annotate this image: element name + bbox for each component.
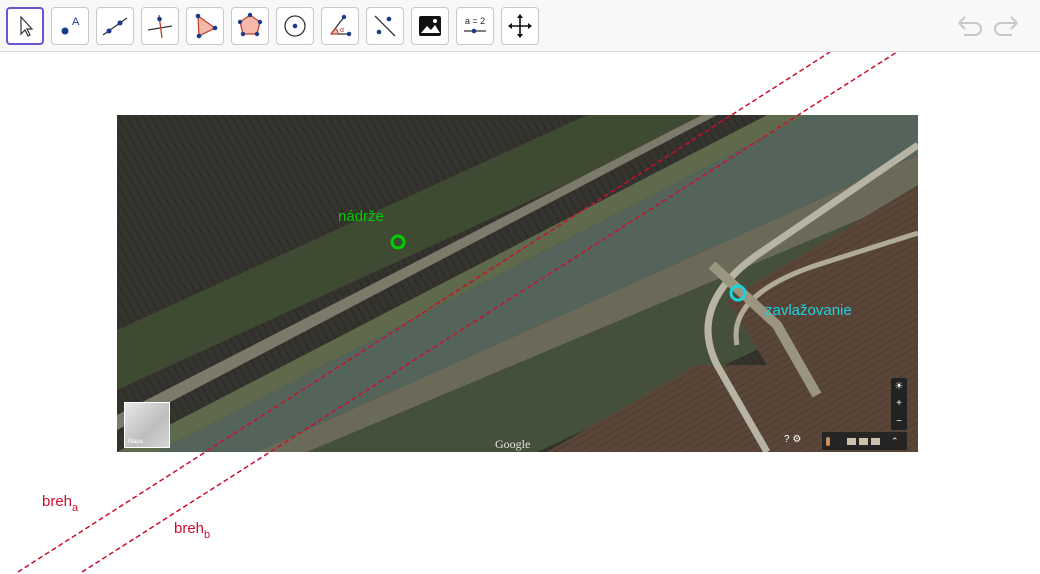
move-arrow-icon xyxy=(20,15,34,37)
circle-tool-button[interactable] xyxy=(276,7,314,45)
polygon-tool-button[interactable] xyxy=(186,7,224,45)
label-zavlazovanie[interactable]: zavlažovanie xyxy=(765,302,852,319)
point-tool-letter: A xyxy=(72,16,80,28)
construction-layer xyxy=(17,52,898,573)
move-tool-button[interactable] xyxy=(6,7,44,45)
toolbar: A α a = 2 xyxy=(0,0,1040,52)
label-breh-a[interactable]: breha xyxy=(42,493,78,514)
reflect-tool-button[interactable] xyxy=(366,7,404,45)
slider-tool-text: a = 2 xyxy=(465,16,485,26)
svg-text:α: α xyxy=(340,27,344,34)
point-icon: A xyxy=(61,16,80,35)
undo-button[interactable] xyxy=(954,12,986,40)
graphics-view[interactable]: Mapa Google ? ⚙ ☀ + − ⌃ nádrže zavlažova… xyxy=(0,52,1040,574)
undo-icon xyxy=(958,16,982,36)
slider-tool-button[interactable]: a = 2 xyxy=(456,7,494,45)
line-breh-a[interactable] xyxy=(17,52,831,573)
angle-icon: α xyxy=(329,14,352,37)
reflect-about-line-icon xyxy=(374,15,396,37)
circle-with-center-icon xyxy=(284,15,306,37)
label-breh-b[interactable]: brehb xyxy=(174,520,210,541)
line-tool-button[interactable] xyxy=(96,7,134,45)
slider-icon: a = 2 xyxy=(464,16,486,34)
redo-button[interactable] xyxy=(990,12,1022,40)
point-tool-button[interactable]: A xyxy=(51,7,89,45)
move-graphics-view-icon xyxy=(508,14,532,38)
label-nadrze[interactable]: nádrže xyxy=(338,208,384,225)
perpendicular-tool-button[interactable] xyxy=(141,7,179,45)
point-nadrze[interactable] xyxy=(390,234,406,250)
label-breh-b-subscript: b xyxy=(204,529,211,541)
perpendicular-line-icon xyxy=(147,14,173,39)
move-graphics-view-tool-button[interactable] xyxy=(501,7,539,45)
redo-icon xyxy=(994,16,1018,36)
point-zavlazovanie[interactable] xyxy=(729,284,747,302)
regular-polygon-tool-button[interactable] xyxy=(231,7,269,45)
line-icon xyxy=(102,17,128,36)
regular-polygon-icon xyxy=(237,12,263,37)
label-breh-b-base: breh xyxy=(174,520,205,537)
image-icon xyxy=(419,16,441,36)
label-breh-a-subscript: a xyxy=(72,502,79,514)
polygon-icon xyxy=(195,13,218,39)
label-breh-a-base: breh xyxy=(42,493,73,510)
angle-tool-button[interactable]: α xyxy=(321,7,359,45)
image-tool-button[interactable] xyxy=(411,7,449,45)
